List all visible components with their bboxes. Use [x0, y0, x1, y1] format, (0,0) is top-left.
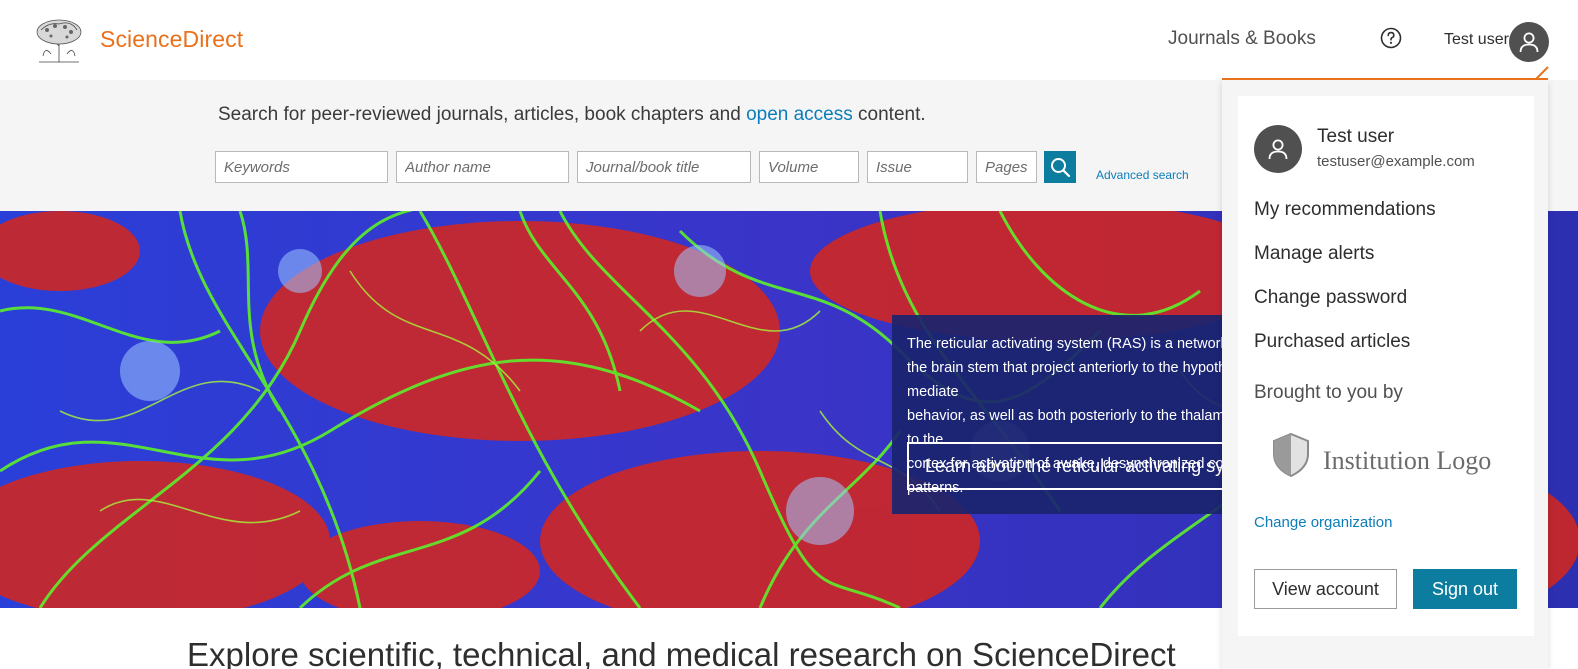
person-icon	[1519, 32, 1539, 53]
dropdown-caret	[1535, 66, 1549, 80]
nav-journals-books[interactable]: Journals & Books	[1168, 28, 1316, 50]
search-intro: Search for peer-reviewed journals, artic…	[218, 104, 926, 126]
account-user-name: Test user	[1317, 126, 1395, 147]
site-header: ScienceDirect Journals & Books Test user	[0, 0, 1578, 80]
brought-to-you-by-label: Brought to you by	[1254, 382, 1403, 403]
brand-name[interactable]: ScienceDirect	[100, 26, 243, 53]
journal-book-title-input[interactable]	[577, 151, 751, 183]
search-intro-text-after: content.	[852, 104, 926, 125]
advanced-search-link[interactable]: Advanced search	[1096, 168, 1189, 182]
issue-input[interactable]	[867, 151, 968, 183]
explore-heading: Explore scientific, technical, and medic…	[187, 636, 1176, 669]
search-icon	[1051, 158, 1071, 178]
help-icon[interactable]	[1380, 27, 1402, 49]
keywords-input[interactable]	[215, 151, 388, 183]
volume-input[interactable]	[759, 151, 859, 183]
search-intro-text-before: Search for peer-reviewed journals, artic…	[218, 104, 747, 125]
menu-item-my-recommendations[interactable]: My recommendations	[1254, 199, 1436, 221]
sign-out-button[interactable]: Sign out	[1413, 569, 1517, 609]
menu-item-change-password[interactable]: Change password	[1254, 287, 1407, 309]
user-avatar-icon	[1254, 125, 1302, 173]
menu-item-manage-alerts[interactable]: Manage alerts	[1254, 243, 1374, 265]
learn-more-button[interactable]: Learn about the reticular activating sys…	[907, 442, 1267, 490]
hero-info-card: The reticular activating system (RAS) is…	[892, 315, 1318, 514]
shield-icon	[1273, 432, 1309, 478]
dropdown-accent-bar	[1222, 78, 1548, 80]
account-user-email: testuser@example.com	[1317, 153, 1475, 170]
elsevier-tree-logo-icon[interactable]	[31, 16, 87, 64]
open-access-link[interactable]: open access	[746, 104, 853, 125]
pages-input[interactable]	[976, 151, 1037, 183]
change-organization-link[interactable]: Change organization	[1254, 514, 1392, 531]
author-name-input[interactable]	[396, 151, 569, 183]
person-icon	[1268, 139, 1288, 160]
account-dropdown-panel: Test user testuser@example.com My recomm…	[1238, 96, 1534, 636]
user-avatar-icon[interactable]	[1509, 22, 1549, 62]
institution-logo: Institution Logo	[1323, 446, 1492, 475]
search-button[interactable]	[1044, 151, 1076, 183]
menu-item-purchased-articles[interactable]: Purchased articles	[1254, 331, 1410, 353]
account-dropdown: Test user testuser@example.com My recomm…	[1222, 80, 1548, 669]
view-account-button[interactable]: View account	[1254, 569, 1397, 609]
header-user-name[interactable]: Test user	[1444, 31, 1509, 49]
